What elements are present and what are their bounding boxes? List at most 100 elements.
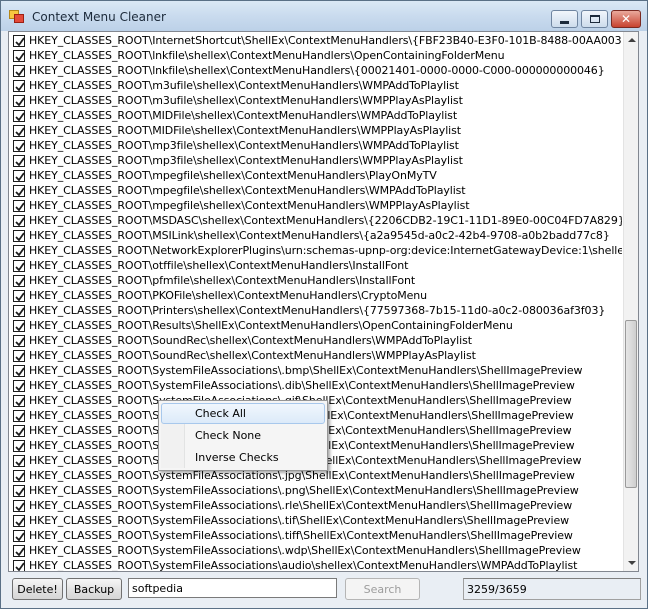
minimize-icon bbox=[560, 20, 569, 24]
registry-key-label: HKEY_CLASSES_ROOT\PKOFile\shellex\Contex… bbox=[29, 289, 427, 302]
checkbox[interactable] bbox=[13, 245, 25, 257]
checkbox[interactable] bbox=[13, 500, 25, 512]
handler-checklist[interactable]: HKEY_CLASSES_ROOT\InternetShortcut\Shell… bbox=[8, 31, 639, 572]
menu-item-check-none[interactable]: Check None bbox=[161, 425, 325, 446]
checkbox[interactable] bbox=[13, 395, 25, 407]
registry-key-label: HKEY_CLASSES_ROOT\lnkfile\shellex\Contex… bbox=[29, 64, 605, 77]
registry-key-label: HKEY_CLASSES_ROOT\MIDFile\shellex\Contex… bbox=[29, 124, 461, 137]
checklist-rows: HKEY_CLASSES_ROOT\InternetShortcut\Shell… bbox=[9, 32, 622, 571]
checkbox[interactable] bbox=[13, 530, 25, 542]
list-item[interactable]: HKEY_CLASSES_ROOT\m3ufile\shellex\Contex… bbox=[9, 93, 622, 108]
list-item[interactable]: HKEY_CLASSES_ROOT\mpegfile\shellex\Conte… bbox=[9, 198, 622, 213]
checkbox[interactable] bbox=[13, 35, 25, 47]
list-item[interactable]: HKEY_CLASSES_ROOT\mp3file\shellex\Contex… bbox=[9, 153, 622, 168]
list-item[interactable]: HKEY_CLASSES_ROOT\lnkfile\shellex\Contex… bbox=[9, 63, 622, 78]
checkbox[interactable] bbox=[13, 365, 25, 377]
registry-key-label: HKEY_CLASSES_ROOT\SystemFileAssociations… bbox=[29, 499, 573, 512]
checkbox[interactable] bbox=[13, 50, 25, 62]
checkbox[interactable] bbox=[13, 200, 25, 212]
checkbox[interactable] bbox=[13, 95, 25, 107]
list-item[interactable]: HKEY_CLASSES_ROOT\SystemFileAssociations… bbox=[9, 363, 622, 378]
checkbox[interactable] bbox=[13, 470, 25, 482]
checkbox[interactable] bbox=[13, 170, 25, 182]
list-item[interactable]: HKEY_CLASSES_ROOT\MIDFile\shellex\Contex… bbox=[9, 108, 622, 123]
checkbox[interactable] bbox=[13, 380, 25, 392]
close-button[interactable]: ✕ bbox=[611, 10, 641, 28]
scroll-up-button[interactable] bbox=[624, 32, 638, 48]
registry-key-label: HKEY_CLASSES_ROOT\SystemFileAssociations… bbox=[29, 484, 579, 497]
checkbox[interactable] bbox=[13, 560, 25, 571]
arrow-down-icon bbox=[627, 561, 636, 565]
checkbox[interactable] bbox=[13, 440, 25, 452]
checkbox[interactable] bbox=[13, 215, 25, 227]
list-item[interactable]: HKEY_CLASSES_ROOT\SystemFileAssociations… bbox=[9, 483, 622, 498]
backup-button[interactable]: Backup bbox=[66, 578, 122, 600]
list-item[interactable]: HKEY_CLASSES_ROOT\SystemFileAssociations… bbox=[9, 528, 622, 543]
list-item[interactable]: HKEY_CLASSES_ROOT\MIDFile\shellex\Contex… bbox=[9, 123, 622, 138]
menu-item-inverse-checks[interactable]: Inverse Checks bbox=[161, 447, 325, 468]
checkbox[interactable] bbox=[13, 515, 25, 527]
list-item[interactable]: HKEY_CLASSES_ROOT\Results\ShellEx\Contex… bbox=[9, 318, 622, 333]
list-item[interactable]: HKEY_CLASSES_ROOT\Printers\shellex\Conte… bbox=[9, 303, 622, 318]
list-item[interactable]: HKEY_CLASSES_ROOT\InternetShortcut\Shell… bbox=[9, 33, 622, 48]
list-item[interactable]: HKEY_CLASSES_ROOT\SystemFileAssociations… bbox=[9, 558, 622, 571]
list-item[interactable]: HKEY_CLASSES_ROOT\m3ufile\shellex\Contex… bbox=[9, 78, 622, 93]
checkbox[interactable] bbox=[13, 425, 25, 437]
delete-button[interactable]: Delete! bbox=[12, 578, 63, 600]
list-item[interactable]: HKEY_CLASSES_ROOT\SoundRec\shellex\Conte… bbox=[9, 348, 622, 363]
list-item[interactable]: HKEY_CLASSES_ROOT\NetworkExplorerPlugins… bbox=[9, 243, 622, 258]
registry-key-label: HKEY_CLASSES_ROOT\mpegfile\shellex\Conte… bbox=[29, 199, 470, 212]
registry-key-label: HKEY_CLASSES_ROOT\Results\ShellEx\Contex… bbox=[29, 319, 513, 332]
checkbox[interactable] bbox=[13, 275, 25, 287]
checkbox[interactable] bbox=[13, 230, 25, 242]
list-item[interactable]: HKEY_CLASSES_ROOT\SystemFileAssociations… bbox=[9, 513, 622, 528]
scroll-down-button[interactable] bbox=[624, 555, 638, 571]
list-item[interactable]: HKEY_CLASSES_ROOT\PKOFile\shellex\Contex… bbox=[9, 288, 622, 303]
search-button[interactable]: Search bbox=[345, 578, 420, 600]
registry-key-label: HKEY_CLASSES_ROOT\NetworkExplorerPlugins… bbox=[29, 244, 622, 257]
scrollbar-thumb[interactable] bbox=[625, 320, 637, 488]
minimize-button[interactable] bbox=[551, 10, 578, 28]
registry-key-label: HKEY_CLASSES_ROOT\SystemFileAssociations… bbox=[29, 529, 573, 542]
list-item[interactable]: HKEY_CLASSES_ROOT\SystemFileAssociations… bbox=[9, 498, 622, 513]
list-item[interactable]: HKEY_CLASSES_ROOT\SoundRec\shellex\Conte… bbox=[9, 333, 622, 348]
checkbox[interactable] bbox=[13, 410, 25, 422]
registry-key-label: HKEY_CLASSES_ROOT\mpegfile\shellex\Conte… bbox=[29, 184, 466, 197]
checkbox[interactable] bbox=[13, 455, 25, 467]
registry-key-label: HKEY_CLASSES_ROOT\SoundRec\shellex\Conte… bbox=[29, 334, 472, 347]
checkbox[interactable] bbox=[13, 80, 25, 92]
list-item[interactable]: HKEY_CLASSES_ROOT\otffile\shellex\Contex… bbox=[9, 258, 622, 273]
list-item[interactable]: HKEY_CLASSES_ROOT\mpegfile\shellex\Conte… bbox=[9, 168, 622, 183]
checkbox[interactable] bbox=[13, 320, 25, 332]
list-item[interactable]: HKEY_CLASSES_ROOT\mp3file\shellex\Contex… bbox=[9, 138, 622, 153]
title-bar[interactable]: Context Menu Cleaner ✕ bbox=[1, 1, 647, 31]
registry-key-label: HKEY_CLASSES_ROOT\MSILink\shellex\Contex… bbox=[29, 229, 610, 242]
checkbox[interactable] bbox=[13, 110, 25, 122]
menu-item-check-all[interactable]: Check All bbox=[161, 403, 325, 424]
list-item[interactable]: HKEY_CLASSES_ROOT\MSILink\shellex\Contex… bbox=[9, 228, 622, 243]
checkbox[interactable] bbox=[13, 155, 25, 167]
checkbox[interactable] bbox=[13, 185, 25, 197]
checkbox[interactable] bbox=[13, 545, 25, 557]
list-item[interactable]: HKEY_CLASSES_ROOT\lnkfile\shellex\Contex… bbox=[9, 48, 622, 63]
checkbox[interactable] bbox=[13, 350, 25, 362]
list-item[interactable]: HKEY_CLASSES_ROOT\SystemFileAssociations… bbox=[9, 378, 622, 393]
checkbox[interactable] bbox=[13, 485, 25, 497]
checkbox[interactable] bbox=[13, 65, 25, 77]
checkbox[interactable] bbox=[13, 140, 25, 152]
checkbox[interactable] bbox=[13, 290, 25, 302]
maximize-button[interactable] bbox=[581, 10, 608, 28]
status-counter: 3259/3659 bbox=[463, 578, 641, 600]
list-item[interactable]: HKEY_CLASSES_ROOT\SystemFileAssociations… bbox=[9, 543, 622, 558]
list-item[interactable]: HKEY_CLASSES_ROOT\pfmfile\shellex\Contex… bbox=[9, 273, 622, 288]
checkbox[interactable] bbox=[13, 335, 25, 347]
list-item[interactable]: HKEY_CLASSES_ROOT\mpegfile\shellex\Conte… bbox=[9, 183, 622, 198]
checkbox[interactable] bbox=[13, 260, 25, 272]
bottom-toolbar: Delete! Backup Search 3259/3659 bbox=[1, 573, 647, 609]
search-input[interactable] bbox=[128, 578, 337, 598]
checkbox[interactable] bbox=[13, 305, 25, 317]
list-item[interactable]: HKEY_CLASSES_ROOT\MSDASC\shellex\Context… bbox=[9, 213, 622, 228]
vertical-scrollbar[interactable] bbox=[623, 32, 638, 571]
checkbox[interactable] bbox=[13, 125, 25, 137]
registry-key-label: HKEY_CLASSES_ROOT\SystemFileAssociations… bbox=[29, 544, 581, 557]
